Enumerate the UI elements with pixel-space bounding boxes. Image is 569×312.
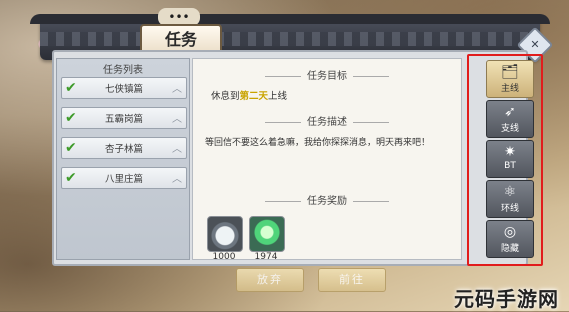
quest-item-4[interactable]: ✔ 八里庄篇 ︿ (61, 167, 187, 189)
quest-item-label: 七侠镇篇 (104, 84, 143, 95)
quest-item-label: 五霸岗篇 (104, 114, 143, 125)
loop-icon: ⚛ (503, 184, 517, 200)
watermark: 元码手游网 (454, 287, 559, 311)
abandon-button[interactable]: 放弃 (236, 268, 304, 292)
quest-item-label: 八里庄篇 (104, 174, 143, 185)
goto-button[interactable]: 前往 (318, 268, 386, 292)
tab-main[interactable]: 🗂 主线 (486, 60, 534, 98)
desc-text: 等回信不要这么着急嘛，我给你探探消息，明天再来吧！ (205, 138, 431, 148)
quest-list-title: 任务列表 (103, 65, 143, 76)
quest-item-3[interactable]: ✔ 杏子林篇 ︿ (61, 137, 187, 159)
goal-highlight: 第二天 (239, 91, 269, 102)
desc-section-title: 任务描述 (193, 113, 461, 128)
chevron-up-icon: ︿ (172, 84, 182, 95)
chevron-up-icon: ︿ (172, 174, 182, 185)
tab-loop[interactable]: ⚛ 环线 (486, 180, 534, 218)
scroll-icon: 🗂 (501, 64, 519, 80)
arrow-icon: ➶ (504, 104, 516, 120)
reward-count-1: 1000 (212, 252, 236, 262)
goal-section-title: 任务目标 (193, 67, 461, 82)
quest-item-label: 杏子林篇 (104, 144, 143, 155)
reward-item-2[interactable] (249, 216, 285, 252)
quest-item-1[interactable]: ✔ 七侠镇篇 ︿ (61, 77, 187, 99)
mask-icon: ◎ (503, 224, 517, 240)
quest-list-panel: 任务列表 ✔ 七侠镇篇 ︿ ✔ 五霸岗篇 ︿ ✔ 杏子林篇 ︿ ✔ 八里庄篇 ︿ (56, 58, 190, 260)
tab-hidden[interactable]: ◎ 隐藏 (486, 220, 534, 258)
reward-section-title: 任务奖励 (193, 192, 461, 207)
goal-text: 休息到第二天上线 (211, 91, 288, 102)
reward-item-1[interactable] (207, 216, 243, 252)
chevron-up-icon: ︿ (172, 114, 182, 125)
chevron-up-icon: ︿ (172, 144, 182, 155)
tab-side[interactable]: ➶ 支线 (486, 100, 534, 138)
tab-bt[interactable]: ✷ BT (486, 140, 534, 178)
star-icon: ✷ (504, 144, 516, 160)
quest-item-2[interactable]: ✔ 五霸岗篇 ︿ (61, 107, 187, 129)
reward-count-2: 1974 (254, 252, 278, 262)
